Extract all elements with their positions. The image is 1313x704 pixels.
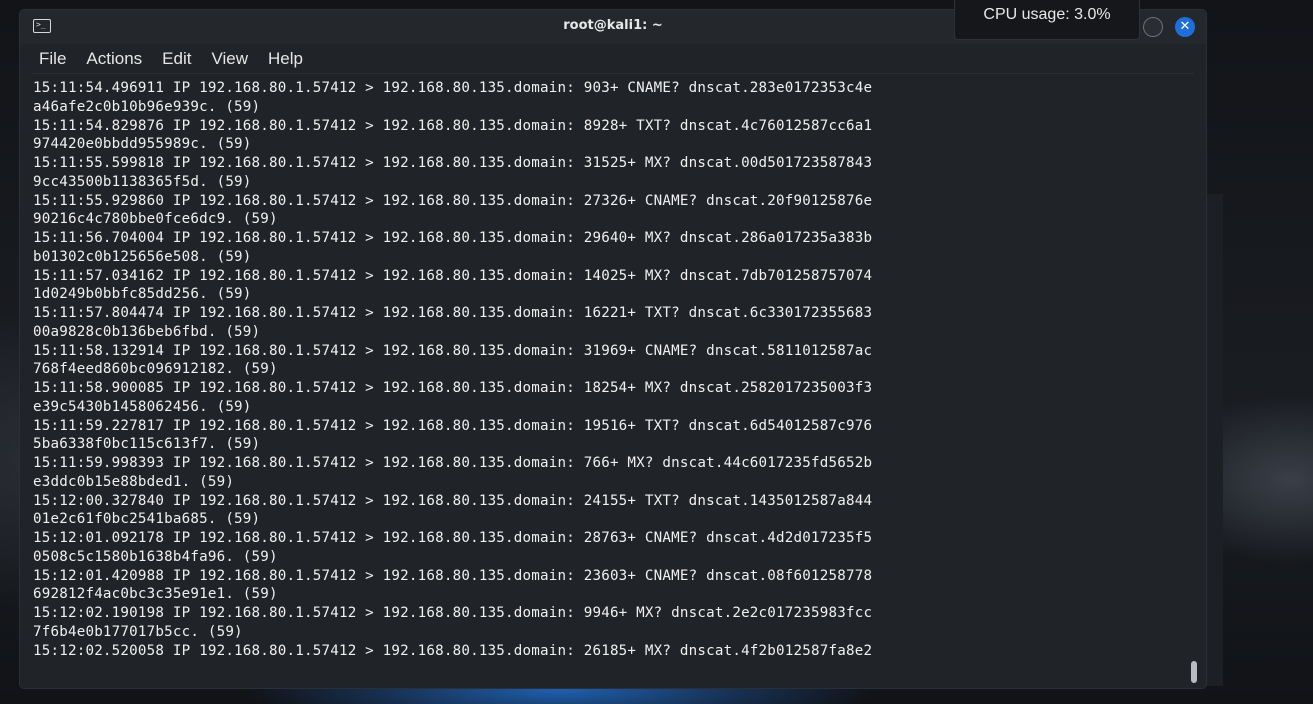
terminal-line: 15:12:01.092178 IP 192.168.80.1.57412 > … bbox=[33, 530, 873, 546]
terminal-line: 15:11:58.132914 IP 192.168.80.1.57412 > … bbox=[33, 342, 873, 359]
menu-edit[interactable]: Edit bbox=[162, 49, 191, 69]
terminal-line: b01302c0b125656e508. (59) bbox=[33, 248, 252, 265]
close-button[interactable]: ✕ bbox=[1175, 17, 1195, 37]
terminal-line: 15:11:59.227817 IP 192.168.80.1.57412 > … bbox=[33, 417, 873, 434]
terminal-line: 768f4eed860bc096912182. (59) bbox=[33, 361, 278, 378]
terminal-line: 15:11:57.034162 IP 192.168.80.1.57412 > … bbox=[33, 267, 873, 284]
terminal-line: 15:11:58.900085 IP 192.168.80.1.57412 > … bbox=[33, 380, 873, 396]
terminal-line: 692812f4ac0bc3c35e91e1. (59) bbox=[33, 586, 278, 603]
terminal-line: 9cc43500b1138365f5d. (59) bbox=[33, 173, 252, 190]
terminal-line: 15:12:00.327840 IP 192.168.80.1.57412 > … bbox=[33, 492, 873, 509]
terminal-line: 15:11:54.496911 IP 192.168.80.1.57412 > … bbox=[33, 80, 873, 96]
terminal-line: 00a9828c0b136beb6fbd. (59) bbox=[33, 323, 261, 340]
menu-actions[interactable]: Actions bbox=[86, 49, 142, 69]
terminal-line: 5ba6338f0bc115c613f7. (59) bbox=[33, 436, 261, 453]
terminal-line: 15:11:54.829876 IP 192.168.80.1.57412 > … bbox=[33, 117, 873, 134]
menu-file[interactable]: File bbox=[39, 49, 66, 69]
menu-view[interactable]: View bbox=[211, 49, 248, 69]
terminal-line: 15:11:56.704004 IP 192.168.80.1.57412 > … bbox=[33, 230, 873, 246]
terminal-line: e3ddc0b15e88bded1. (59) bbox=[33, 473, 235, 490]
terminal-window: >_ root@kali1: ~ ✕ File Actions Edit Vie… bbox=[20, 10, 1206, 688]
menu-bar: File Actions Edit View Help bbox=[20, 44, 1206, 74]
terminal-line: 15:11:55.599818 IP 192.168.80.1.57412 > … bbox=[33, 155, 873, 171]
background-window-edge bbox=[1206, 194, 1223, 686]
terminal-line: 15:12:02.190198 IP 192.168.80.1.57412 > … bbox=[33, 605, 873, 621]
terminal-line: 15:11:59.998393 IP 192.168.80.1.57412 > … bbox=[33, 455, 873, 471]
terminal-line: e39c5430b1458062456. (59) bbox=[33, 398, 252, 415]
terminal-line: 15:11:57.804474 IP 192.168.80.1.57412 > … bbox=[33, 305, 873, 321]
terminal-output[interactable]: 15:11:54.496911 IP 192.168.80.1.57412 > … bbox=[20, 78, 1206, 688]
scrollbar-thumb[interactable] bbox=[1191, 661, 1197, 683]
terminal-line: 0508c5c1580b1638b4fa96. (59) bbox=[33, 548, 278, 565]
menu-help[interactable]: Help bbox=[268, 49, 303, 69]
terminal-line: 974420e0bbdd955989c. (59) bbox=[33, 136, 252, 153]
maximize-button[interactable] bbox=[1143, 17, 1163, 37]
terminal-lines: 15:11:54.496911 IP 192.168.80.1.57412 > … bbox=[33, 79, 1183, 660]
terminal-line: 7f6b4e0b177017b5cc. (59) bbox=[33, 623, 243, 640]
terminal-line: 90216c4c780bbe0fce6dc9. (59) bbox=[33, 211, 278, 228]
terminal-line: 15:11:55.929860 IP 192.168.80.1.57412 > … bbox=[33, 192, 873, 209]
close-icon: ✕ bbox=[1179, 19, 1191, 34]
terminal-line: 15:12:01.420988 IP 192.168.80.1.57412 > … bbox=[33, 567, 873, 584]
menu-divider bbox=[32, 73, 1194, 74]
terminal-line: a46afe2c0b10b96e939c. (59) bbox=[33, 98, 261, 115]
terminal-line: 01e2c61f0bc2541ba685. (59) bbox=[33, 511, 261, 528]
terminal-line: 1d0249b0bbfc85dd256. (59) bbox=[33, 286, 252, 303]
terminal-line: 15:12:02.520058 IP 192.168.80.1.57412 > … bbox=[33, 642, 873, 659]
cpu-usage-tooltip: CPU usage: 3.0% bbox=[954, 0, 1140, 40]
